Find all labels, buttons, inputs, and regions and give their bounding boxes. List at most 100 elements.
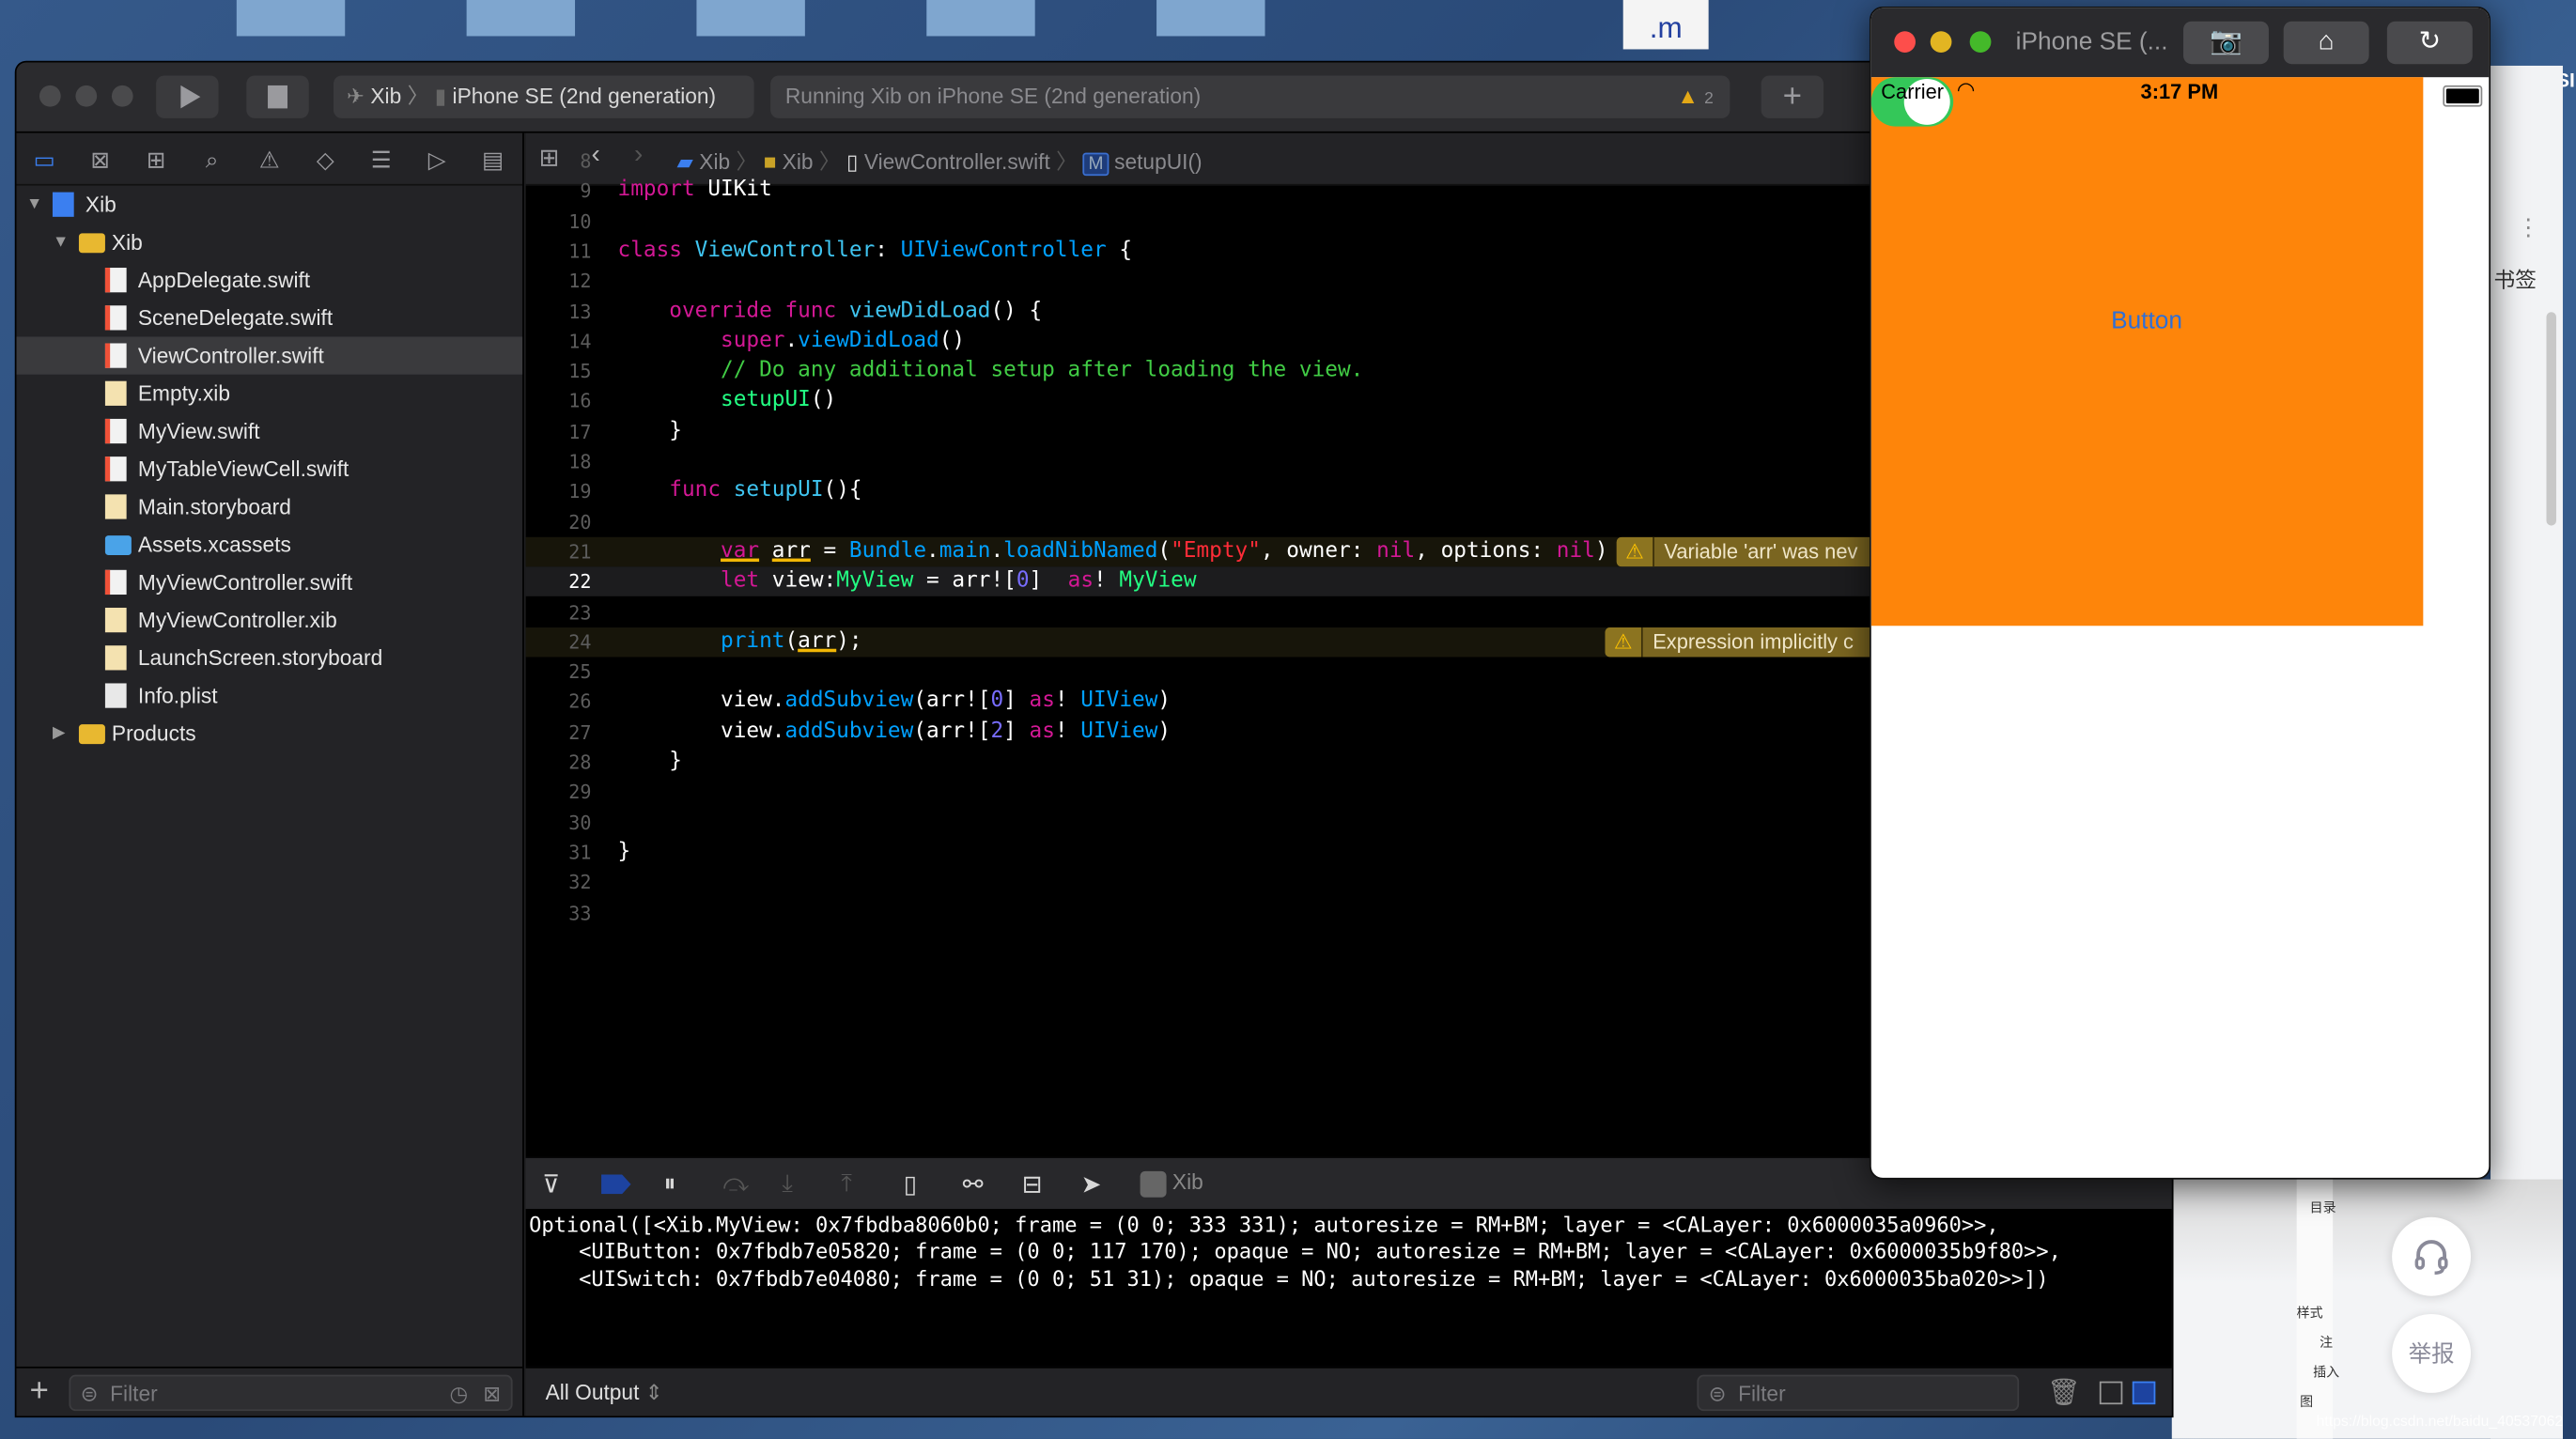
zoom-window-button[interactable] — [111, 85, 133, 107]
close-window-button[interactable] — [39, 85, 61, 107]
line-number[interactable]: 24 — [526, 627, 591, 658]
line-number[interactable]: 8 — [526, 147, 591, 177]
hide-debug-area-icon[interactable]: ⊽ — [542, 1169, 560, 1199]
console-view-toggle-icon[interactable] — [2132, 1381, 2156, 1405]
line-number[interactable]: 10 — [526, 207, 591, 237]
run-button[interactable] — [156, 75, 219, 118]
home-button[interactable]: ⌂ — [2283, 21, 2369, 65]
line-number[interactable]: 27 — [526, 718, 591, 748]
line-number[interactable]: 21 — [526, 537, 591, 567]
navigator-item[interactable]: Empty.xib — [16, 375, 522, 412]
navigator-item[interactable]: LaunchScreen.storyboard — [16, 639, 522, 676]
output-selector[interactable]: All Output ⇕ — [546, 1380, 663, 1406]
more-icon[interactable]: ⋮ — [2517, 213, 2539, 241]
rotate-button[interactable]: ↻ — [2386, 21, 2473, 65]
line-number[interactable]: 14 — [526, 327, 591, 357]
breakpoints-toggle-icon[interactable] — [601, 1174, 631, 1195]
close-window-button[interactable] — [1894, 31, 1916, 53]
navigator-item[interactable]: AppDelegate.swift — [16, 261, 522, 299]
line-number[interactable]: 29 — [526, 778, 591, 808]
side-tag[interactable]: 样式 — [2297, 1304, 2323, 1322]
line-number[interactable]: 15 — [526, 357, 591, 387]
hierarchy-icon[interactable]: ⊞ — [141, 145, 170, 174]
minimize-window-button[interactable] — [1930, 31, 1952, 53]
side-tag[interactable]: 注 — [2320, 1334, 2333, 1352]
screenshot-button[interactable]: 📷 — [2183, 21, 2269, 65]
memory-graph-icon[interactable]: ⚯ — [963, 1169, 984, 1199]
disclosure-closed-icon[interactable]: ▶ — [53, 715, 65, 752]
navigator-item[interactable]: MyTableViewCell.swift — [16, 450, 522, 487]
library-button[interactable]: + — [1761, 75, 1824, 118]
source-control-icon[interactable]: ⊠ — [85, 145, 115, 174]
button[interactable]: Button — [2111, 307, 2182, 335]
navigator-item[interactable]: ViewController.swift — [16, 336, 523, 375]
report-icon[interactable]: ▤ — [478, 145, 507, 174]
line-number[interactable]: 26 — [526, 688, 591, 718]
disclosure-open-icon[interactable]: ▼ — [26, 186, 42, 224]
console-filter-input[interactable]: ⊜ Filter — [1697, 1374, 2020, 1412]
target-selector[interactable]: Xib — [1140, 1169, 1203, 1198]
side-tag[interactable]: 图 — [2300, 1393, 2313, 1411]
navigator-item[interactable]: Info.plist — [16, 676, 522, 714]
location-icon[interactable]: ➤ — [1081, 1169, 1102, 1199]
line-number[interactable]: 31 — [526, 838, 591, 868]
debug-icon[interactable]: ☰ — [366, 145, 396, 174]
desktop-file-thumbnail[interactable]: .m — [1622, 0, 1709, 50]
line-number[interactable]: 23 — [526, 597, 591, 627]
search-icon[interactable]: ⌕ — [197, 145, 226, 174]
line-number[interactable]: 18 — [526, 447, 591, 477]
source-control-filter-icon[interactable]: ⊠ — [483, 1376, 501, 1412]
minimize-window-button[interactable] — [75, 85, 98, 107]
line-number[interactable]: 22 — [526, 567, 591, 597]
scheme-selector[interactable]: ✈ Xib 〉 ▮ iPhone SE (2nd generation) — [333, 75, 754, 118]
line-number[interactable]: 20 — [526, 507, 591, 537]
line-number[interactable]: 13 — [526, 297, 591, 327]
line-number[interactable]: 32 — [526, 868, 591, 898]
navigator-item[interactable]: Main.storyboard — [16, 487, 522, 525]
navigator-item[interactable]: MyViewController.swift — [16, 564, 522, 601]
add-file-button[interactable]: + — [29, 1373, 48, 1411]
recent-files-icon[interactable]: ◷ — [450, 1376, 469, 1412]
line-number[interactable]: 19 — [526, 477, 591, 507]
warning-icon[interactable]: ⚠ — [255, 145, 284, 174]
breakpoint-icon[interactable]: ▷ — [422, 145, 451, 174]
warnings-indicator[interactable]: ▲ 2 — [1677, 75, 1714, 121]
line-number[interactable]: 33 — [526, 898, 591, 928]
navigator-item[interactable]: ▶ Products — [16, 715, 522, 752]
side-tag[interactable]: 插入 — [2313, 1363, 2339, 1381]
trash-icon[interactable]: 🗑 — [2047, 1376, 2081, 1409]
navigator-item[interactable]: Assets.xcassets — [16, 526, 522, 564]
navigator-item[interactable]: ▼ Xib — [16, 224, 522, 261]
line-number[interactable]: 30 — [526, 808, 591, 838]
line-number[interactable]: 28 — [526, 748, 591, 778]
folder-icon[interactable]: ▭ — [29, 145, 58, 174]
navigator-filter-input[interactable]: ⊜ Filter ◷ ⊠ — [69, 1374, 513, 1412]
line-number[interactable]: 11 — [526, 237, 591, 267]
navigator-item[interactable]: ▼ Xib — [16, 186, 522, 224]
console-output[interactable]: Optional([<Xib.MyView: 0x7fbdba8060b0; f… — [525, 1209, 2172, 1367]
line-number[interactable]: 9 — [526, 177, 591, 207]
support-button[interactable] — [2392, 1216, 2472, 1296]
test-icon[interactable]: ◇ — [311, 145, 340, 174]
line-number[interactable]: 16 — [526, 387, 591, 417]
zoom-window-button[interactable] — [1969, 31, 1992, 53]
step-out-icon[interactable]: ⤒ — [841, 1169, 852, 1198]
line-number[interactable]: 12 — [526, 267, 591, 297]
report-button[interactable]: 举报 — [2392, 1313, 2472, 1393]
stop-button[interactable] — [246, 75, 309, 118]
view-hierarchy-icon[interactable]: ▯ — [904, 1169, 917, 1199]
step-into-icon[interactable]: ⤓ — [782, 1169, 793, 1198]
environment-overrides-icon[interactable]: ⊟ — [1022, 1169, 1043, 1199]
scrollbar[interactable] — [2546, 312, 2556, 526]
line-number[interactable]: 25 — [526, 658, 591, 688]
toc-label[interactable]: 目录 — [2310, 1199, 2336, 1217]
step-over-icon[interactable]: ⤼ — [722, 1169, 749, 1198]
variables-view-toggle-icon[interactable] — [2099, 1381, 2123, 1405]
bookmark-label[interactable]: 书签 — [2494, 263, 2537, 294]
navigator-item[interactable]: MyView.swift — [16, 412, 522, 450]
disclosure-open-icon[interactable]: ▼ — [53, 224, 69, 261]
navigator-item[interactable]: SceneDelegate.swift — [16, 299, 522, 336]
pause-icon[interactable]: ⏸ — [663, 1169, 675, 1198]
line-number[interactable]: 17 — [526, 417, 591, 447]
navigator-item[interactable]: MyViewController.xib — [16, 601, 522, 639]
